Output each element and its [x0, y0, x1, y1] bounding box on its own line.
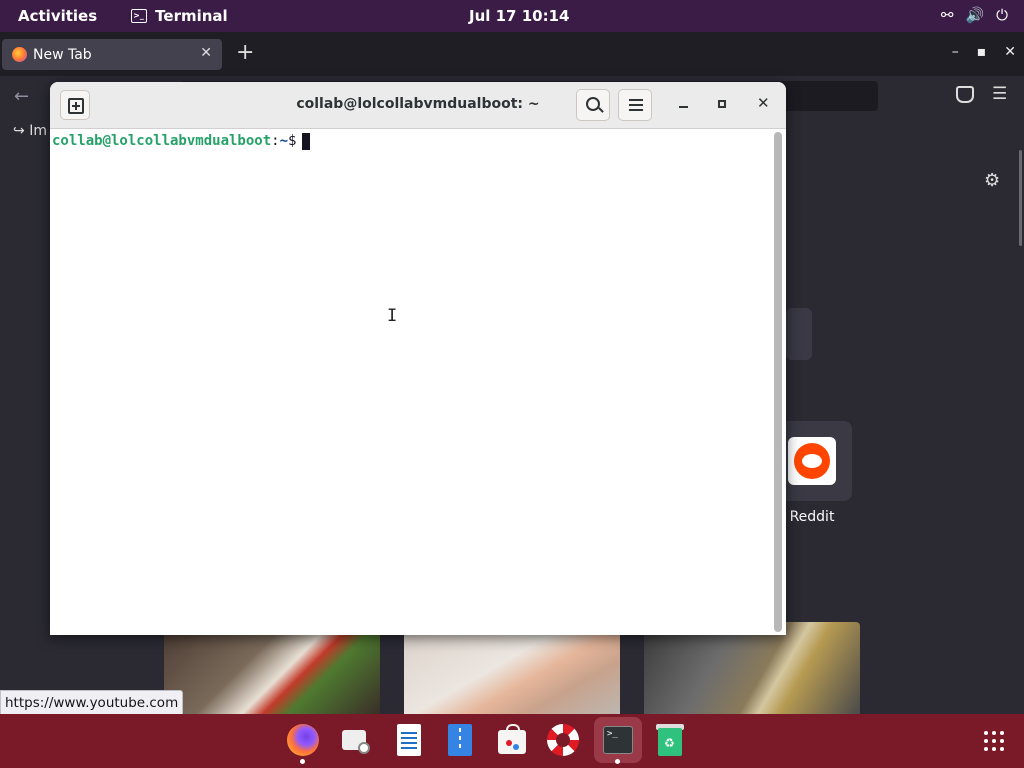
system-tray[interactable]: ⚯ 🔊 ⏻	[941, 6, 1008, 24]
story-card-money[interactable]	[404, 622, 620, 714]
window-title: collab@lolcollabvmdualboot: ~	[296, 96, 540, 112]
search-button[interactable]	[576, 89, 610, 121]
hamburger-menu-icon[interactable]: ☰	[992, 84, 1007, 104]
writer-icon[interactable]	[393, 724, 425, 756]
tab-title: New Tab	[33, 46, 92, 63]
volume-icon[interactable]: 🔊	[965, 6, 984, 24]
text-cursor	[302, 133, 311, 150]
pocket-icon[interactable]	[956, 86, 974, 103]
prompt-line: collab@lolcollabvmdualboot:~$	[52, 133, 311, 150]
network-icon[interactable]: ⚯	[941, 6, 954, 24]
back-arrow-icon[interactable]: ←	[14, 86, 29, 107]
tab-new-tab[interactable]: New Tab ✕	[2, 39, 222, 70]
story-card-mirror[interactable]	[644, 622, 860, 714]
terminal-scrollbar[interactable]	[774, 132, 782, 632]
terminal-header-bar[interactable]: collab@lolcollabvmdualboot: ~ ✕	[50, 82, 786, 129]
reddit-icon	[794, 443, 830, 479]
close-icon[interactable]: ✕	[757, 94, 770, 112]
firefox-tab-bar: New Tab ✕ + – ▪ ✕	[0, 32, 1024, 76]
terminal-icon[interactable]: >_	[602, 724, 634, 756]
page-scrollbar[interactable]	[1019, 150, 1022, 246]
app-menu[interactable]: >_ Terminal	[131, 7, 228, 25]
close-icon[interactable]: ✕	[1004, 44, 1016, 60]
reddit-icon-box	[788, 437, 836, 485]
shortcut-tile[interactable]	[786, 308, 812, 360]
terminal-window[interactable]: collab@lolcollabvmdualboot: ~ ✕ collab@l…	[50, 82, 786, 635]
prompt-path: ~	[279, 133, 289, 149]
dock: >_ ♻	[0, 714, 1024, 768]
import-bookmarks-link[interactable]: ↪ Im	[13, 123, 47, 139]
terminal-app-icon: >_	[131, 9, 148, 23]
prompt-separator: :	[271, 133, 280, 149]
story-card-food[interactable]	[164, 622, 380, 714]
menu-button[interactable]	[618, 89, 652, 121]
maximize-icon[interactable]: ▪	[977, 44, 987, 60]
software-store-icon[interactable]	[496, 724, 528, 756]
show-apps-grid-icon[interactable]	[984, 731, 1004, 751]
maximize-icon[interactable]	[718, 100, 726, 108]
running-indicator	[300, 759, 305, 764]
minimize-icon[interactable]	[679, 96, 689, 108]
firefox-favicon-icon	[12, 47, 27, 62]
trash-icon[interactable]: ♻	[654, 724, 686, 756]
prompt-user: collab@lolcollabvmdualboot	[52, 133, 272, 149]
power-icon[interactable]: ⏻	[996, 6, 1008, 24]
status-url: https://www.youtube.com	[0, 690, 184, 717]
terminal-output[interactable]: collab@lolcollabvmdualboot:~$	[50, 129, 772, 635]
close-tab-icon[interactable]: ✕	[200, 45, 212, 61]
reddit-face	[802, 454, 822, 468]
app-menu-label: Terminal	[155, 7, 228, 25]
prompt-symbol: $	[288, 133, 297, 149]
help-lifebuoy-icon[interactable]	[547, 724, 579, 756]
minimize-icon[interactable]: –	[952, 44, 959, 60]
running-indicator	[615, 759, 620, 764]
firefox-icon[interactable]	[287, 724, 319, 756]
top-bar: Activities >_ Terminal Jul 17 10:14 ⚯ 🔊 …	[0, 0, 1024, 32]
clock[interactable]: Jul 17 10:14	[469, 7, 569, 25]
activities-button[interactable]: Activities	[18, 7, 97, 25]
new-tab-button[interactable]: +	[236, 40, 254, 65]
mail-clock-icon[interactable]	[340, 724, 372, 756]
mouse-ibeam-cursor: I	[387, 306, 398, 326]
document-viewer-icon[interactable]	[444, 724, 476, 756]
gear-icon[interactable]: ⚙	[984, 170, 1000, 191]
firefox-window-controls: – ▪ ✕	[952, 44, 1016, 60]
